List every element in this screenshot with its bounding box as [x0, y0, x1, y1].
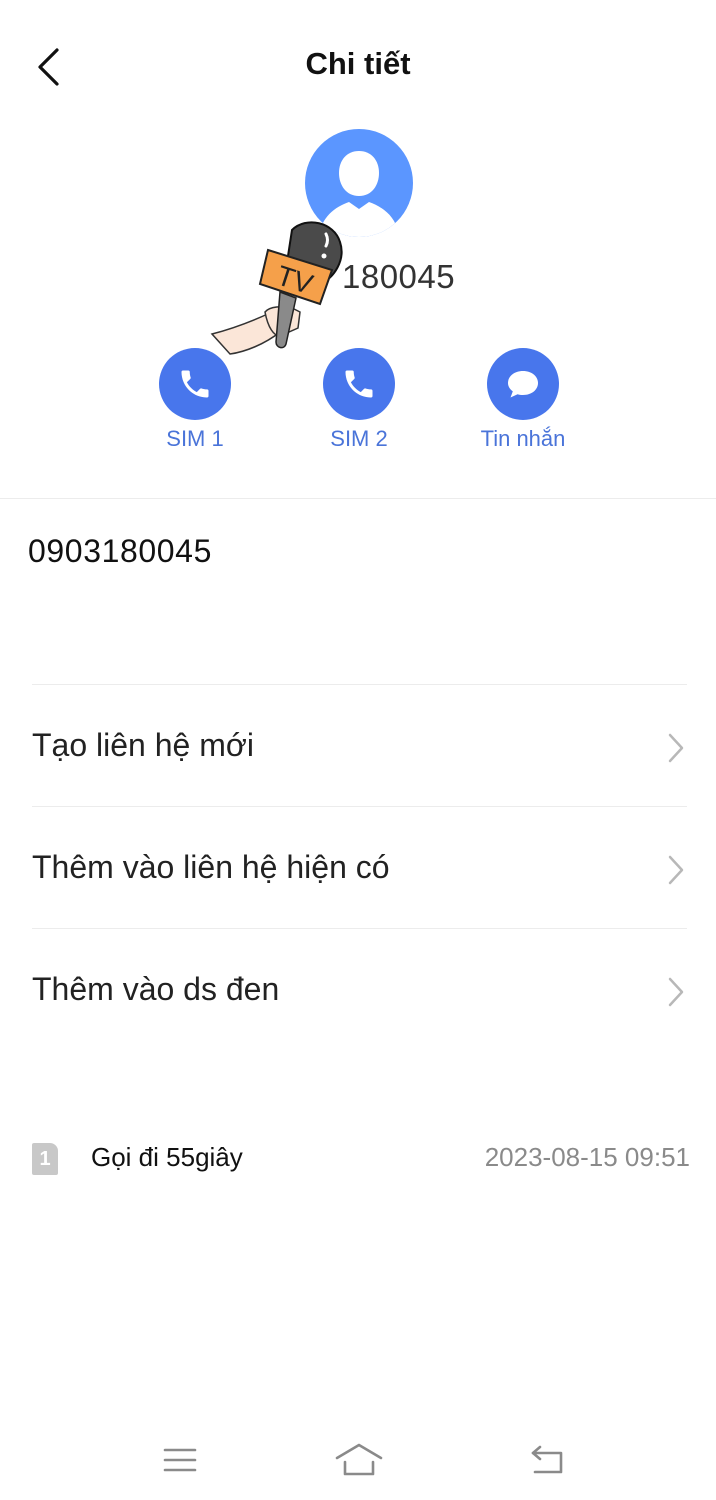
divider [32, 928, 687, 929]
call-description: Gọi đi 55giây [91, 1142, 243, 1172]
call-sim2-button[interactable]: SIM 2 [289, 348, 429, 452]
menu-item-label: Thêm vào ds đen [32, 971, 280, 1007]
return-icon [531, 1445, 563, 1474]
tv-microphone-sticker: TV [210, 212, 360, 362]
add-to-blacklist-item[interactable]: Thêm vào ds đen [0, 931, 716, 1051]
call-sim2-label: SIM 2 [330, 426, 388, 451]
page-title: Chi tiết [305, 46, 411, 81]
chevron-right-icon [668, 977, 684, 1007]
message-label: Tin nhắn [480, 426, 566, 451]
chevron-right-icon [668, 855, 684, 885]
create-new-contact-item[interactable]: Tạo liên hệ mới [0, 687, 716, 807]
message-circle [487, 348, 559, 420]
call-log-row: 1 Gọi đi 55giây 2023-08-15 09:51 [0, 1135, 716, 1185]
phone-icon [345, 370, 373, 398]
call-sim1-button[interactable]: SIM 1 [125, 348, 265, 452]
chevron-right-icon [668, 733, 684, 763]
menu-item-label: Tạo liên hệ mới [32, 727, 254, 763]
menu-item-label: Thêm vào liên hệ hiện có [32, 849, 390, 885]
back-nav-button[interactable] [518, 1436, 578, 1484]
call-sim1-circle [159, 348, 231, 420]
home-icon [335, 1443, 383, 1476]
menu-button[interactable] [150, 1436, 210, 1484]
divider [32, 806, 687, 807]
call-sim2-circle [323, 348, 395, 420]
phone-icon [181, 370, 209, 398]
header: Chi tiết [0, 0, 716, 130]
add-to-existing-contact-item[interactable]: Thêm vào liên hệ hiện có [0, 809, 716, 929]
navigation-bar [0, 1420, 716, 1500]
phone-number[interactable]: 0903180045 [28, 533, 212, 570]
sim-badge-icon: 1 [32, 1143, 58, 1175]
divider [0, 498, 716, 499]
home-button[interactable] [329, 1436, 389, 1484]
message-bubble-icon [508, 371, 538, 398]
divider [32, 684, 687, 685]
call-sim1-label: SIM 1 [166, 426, 224, 451]
menu-icon [163, 1448, 197, 1472]
call-timestamp: 2023-08-15 09:51 [484, 1142, 690, 1172]
action-bar: SIM 1 SIM 2 Tin nhắn [0, 348, 716, 458]
message-button[interactable]: Tin nhắn [453, 348, 593, 452]
contact-number-heading: 180045 [342, 258, 456, 295]
